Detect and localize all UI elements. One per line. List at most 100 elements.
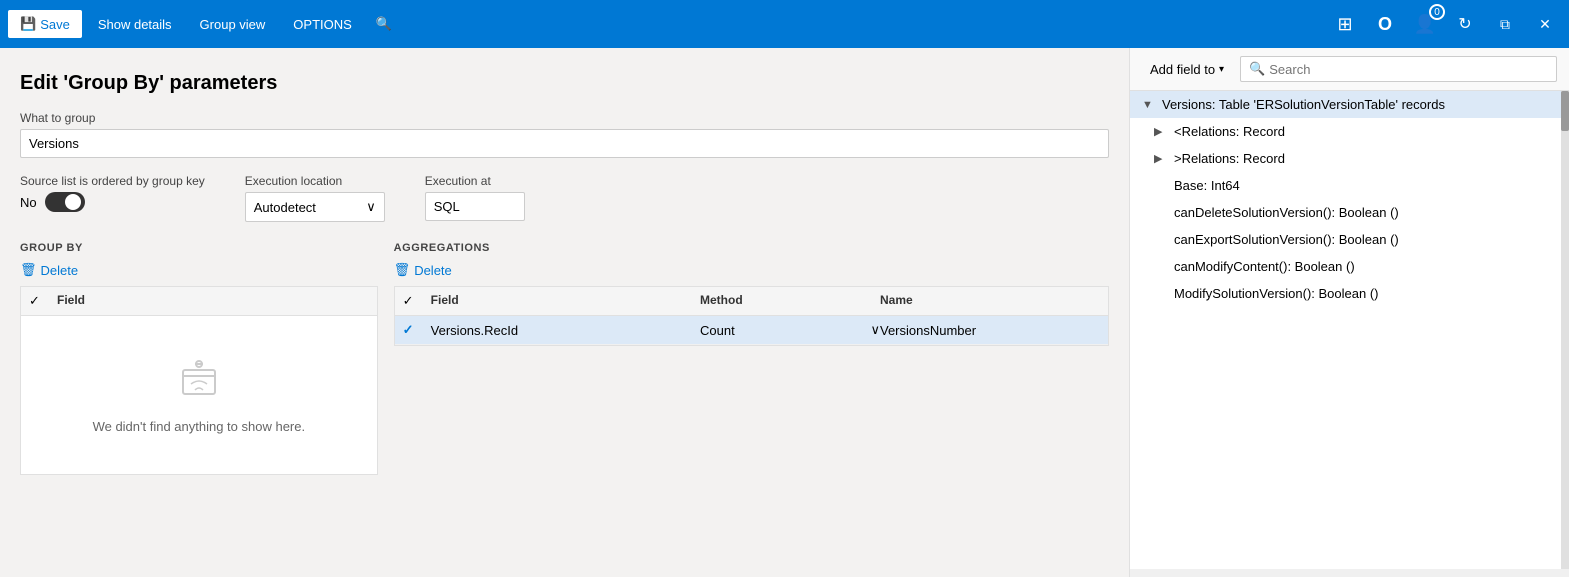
search-icon-right: 🔍 — [1249, 61, 1265, 77]
group-by-table-header: ✓ Field — [21, 287, 377, 316]
agg-table-header: ✓ Field Method Name — [395, 287, 1108, 316]
tree-item-3[interactable]: ▶ Base: Int64 — [1130, 172, 1561, 199]
bottom-scrollbar — [1130, 569, 1569, 577]
tree-item-1[interactable]: ▶ <Relations: Record — [1130, 118, 1561, 145]
save-icon: 💾 — [20, 16, 36, 32]
tree-label-2: >Relations: Record — [1174, 151, 1285, 166]
toggle-knob — [65, 194, 81, 210]
scrollbar[interactable] — [1561, 91, 1569, 569]
office-icon-button[interactable]: O — [1369, 8, 1401, 40]
refresh-icon: ↻ — [1458, 14, 1471, 34]
refresh-button[interactable]: ↻ — [1449, 8, 1481, 40]
tree-label-5: canExportSolutionVersion(): Boolean () — [1174, 232, 1399, 247]
tree-item-0[interactable]: ▼ Versions: Table 'ERSolutionVersionTabl… — [1130, 91, 1561, 118]
tree-list: ▼ Versions: Table 'ERSolutionVersionTabl… — [1130, 91, 1561, 569]
title-bar: 💾 Save Show details Group view OPTIONS 🔍… — [0, 0, 1569, 48]
tree-label-1: <Relations: Record — [1174, 124, 1285, 139]
what-to-group-label: What to group — [20, 111, 1109, 125]
show-details-button[interactable]: Show details — [86, 11, 184, 38]
agg-field-col: Field — [431, 293, 700, 309]
agg-row-check: ✓ — [403, 322, 431, 338]
agg-check-col: ✓ — [403, 293, 431, 309]
aggregations-header: AGGREGATIONS — [394, 242, 1109, 254]
execution-location-value: Autodetect — [254, 200, 316, 215]
expand-icon-0: ▼ — [1142, 99, 1158, 111]
titlebar-search-button[interactable]: 🔍 — [368, 12, 400, 36]
restore-button[interactable]: ⧉ — [1489, 8, 1521, 40]
group-by-section: GROUP BY 🗑 Delete ✓ Field — [20, 242, 378, 475]
aggregations-delete-button[interactable]: 🗑 Delete — [394, 262, 452, 278]
tree-label-4: canDeleteSolutionVersion(): Boolean () — [1174, 205, 1399, 220]
group-by-field-col: Field — [57, 293, 369, 309]
aggregations-table: ✓ Field Method Name ✓ Versions.RecId Cou… — [394, 286, 1109, 346]
tree-item-6[interactable]: ▶ canModifyContent(): Boolean () — [1130, 253, 1561, 280]
tree-label-3: Base: Int64 — [1174, 178, 1240, 193]
aggregations-section: AGGREGATIONS 🗑 Delete ✓ Field Method Nam… — [394, 242, 1109, 475]
agg-method-col: Method — [700, 293, 880, 309]
right-panel-header: Add field to ▾ 🔍 — [1130, 48, 1569, 91]
execution-at-group: Execution at SQL — [425, 174, 525, 221]
search-box: 🔍 — [1240, 56, 1557, 82]
grid-icon-button[interactable]: ⊞ — [1329, 8, 1361, 40]
chevron-down-icon-add: ▾ — [1219, 64, 1224, 75]
expand-icon-2: ▶ — [1154, 152, 1170, 165]
what-to-group-input[interactable] — [20, 129, 1109, 158]
group-by-check-col: ✓ — [29, 293, 57, 309]
save-button[interactable]: 💾 Save — [8, 10, 82, 38]
notification-badge: 0 — [1429, 4, 1445, 20]
restore-icon: ⧉ — [1500, 16, 1510, 33]
tree-label-7: ModifySolutionVersion(): Boolean () — [1174, 286, 1379, 301]
source-ordered-group: Source list is ordered by group key No — [20, 174, 205, 212]
tree-item-2[interactable]: ▶ >Relations: Record — [1130, 145, 1561, 172]
main-area: Edit 'Group By' parameters What to group… — [0, 48, 1569, 577]
tree-label-6: canModifyContent(): Boolean () — [1174, 259, 1355, 274]
search-input[interactable] — [1269, 62, 1548, 77]
search-icon: 🔍 — [376, 16, 392, 32]
execution-location-select[interactable]: Autodetect ∨ — [245, 192, 385, 222]
right-panel: Add field to ▾ 🔍 ▼ Versions: Table 'ERSo… — [1129, 48, 1569, 577]
execution-at-label: Execution at — [425, 174, 525, 188]
tree-item-4[interactable]: ▶ canDeleteSolutionVersion(): Boolean () — [1130, 199, 1561, 226]
execution-location-label: Execution location — [245, 174, 385, 188]
options-row: Source list is ordered by group key No E… — [20, 174, 1109, 222]
execution-at-value: SQL — [425, 192, 525, 221]
tree-item-5[interactable]: ▶ canExportSolutionVersion(): Boolean () — [1130, 226, 1561, 253]
chevron-down-icon-method: ∨ — [870, 322, 880, 338]
close-icon: ✕ — [1539, 16, 1551, 33]
close-button[interactable]: ✕ — [1529, 8, 1561, 40]
tree-item-7[interactable]: ▶ ModifySolutionVersion(): Boolean () — [1130, 280, 1561, 307]
expand-icon-1: ▶ — [1154, 125, 1170, 138]
source-ordered-label: Source list is ordered by group key — [20, 174, 205, 188]
group-by-header: GROUP BY — [20, 242, 378, 254]
group-by-delete-button[interactable]: 🗑 Delete — [20, 262, 78, 278]
grid-icon: ⊞ — [1337, 14, 1352, 35]
group-by-table: ✓ Field — [20, 286, 378, 475]
trash-icon: 🗑 — [20, 262, 37, 278]
agg-table-row[interactable]: ✓ Versions.RecId Count ∨ VersionsNumber — [395, 316, 1108, 345]
profile-button[interactable]: 👤 0 — [1409, 8, 1441, 40]
chevron-down-icon: ∨ — [366, 199, 376, 215]
empty-message: We didn't find anything to show here. — [93, 419, 306, 434]
add-field-button[interactable]: Add field to ▾ — [1142, 58, 1232, 81]
options-button[interactable]: OPTIONS — [281, 11, 364, 38]
office-icon: O — [1378, 14, 1392, 35]
agg-row-method: Count ∨ — [700, 322, 880, 338]
agg-row-field: Versions.RecId — [431, 323, 700, 338]
group-by-empty-state: We didn't find anything to show here. — [21, 316, 377, 474]
agg-row-name: VersionsNumber — [880, 323, 1100, 338]
group-view-button[interactable]: Group view — [188, 11, 278, 38]
editor-panel: Edit 'Group By' parameters What to group… — [0, 48, 1129, 577]
agg-name-col: Name — [880, 293, 1100, 309]
add-field-label: Add field to — [1150, 62, 1215, 77]
execution-location-group: Execution location Autodetect ∨ — [245, 174, 385, 222]
trash-icon-agg: 🗑 — [394, 262, 411, 278]
page-title: Edit 'Group By' parameters — [20, 72, 1109, 95]
toggle-wrap: No — [20, 192, 205, 212]
columns-area: GROUP BY 🗑 Delete ✓ Field — [20, 242, 1109, 475]
toggle-no-label: No — [20, 195, 37, 210]
source-ordered-toggle[interactable] — [45, 192, 85, 212]
empty-icon — [175, 356, 223, 407]
right-panel-body: ▼ Versions: Table 'ERSolutionVersionTabl… — [1130, 91, 1569, 569]
tree-label-0: Versions: Table 'ERSolutionVersionTable'… — [1162, 97, 1445, 112]
scrollbar-thumb[interactable] — [1561, 91, 1569, 131]
